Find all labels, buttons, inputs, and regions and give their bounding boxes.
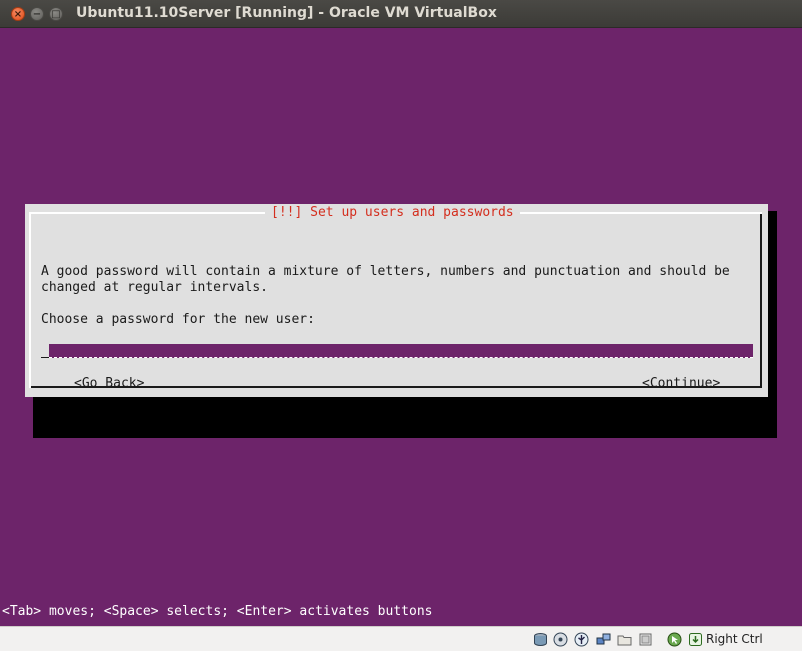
dialog-description: A good password will contain a mixture o… [41,264,730,295]
password-input[interactable] [49,344,753,358]
hard-disk-icon[interactable] [533,632,548,647]
vm-statusbar: Right Ctrl [0,626,802,651]
maximize-window-button[interactable]: □ [49,7,63,21]
minimize-window-button[interactable]: − [30,7,44,21]
network-icon[interactable] [596,632,611,647]
window-title: Ubuntu11.10Server [Running] - Oracle VM … [76,5,497,21]
usb-icon[interactable] [574,632,589,647]
password-dialog: [!!] Set up users and passwords A good p… [25,204,768,397]
dialog-title: [!!] Set up users and passwords [265,205,520,221]
text-cursor [41,344,49,358]
keyboard-capture-icon[interactable] [688,632,703,647]
window-titlebar: × − □ Ubuntu11.10Server [Running] - Orac… [0,0,802,28]
dialog-shadow [33,397,777,438]
password-prompt: Choose a password for the new user: [41,312,315,327]
host-key-label: Right Ctrl [706,632,763,646]
vm-screen[interactable]: [!!] Set up users and passwords A good p… [0,28,802,626]
mouse-integration-icon[interactable] [667,632,682,647]
shared-folders-icon[interactable] [617,632,632,647]
dialog-shadow-right [768,211,777,438]
dialog-frame [29,212,762,388]
optical-drive-icon[interactable] [553,632,568,647]
continue-button[interactable]: <Continue> [642,376,720,392]
video-capture-icon[interactable] [638,632,653,647]
go-back-button[interactable]: <Go Back> [74,376,144,392]
close-window-button[interactable]: × [11,7,25,21]
keyboard-hint: <Tab> moves; <Space> selects; <Enter> ac… [2,604,433,619]
